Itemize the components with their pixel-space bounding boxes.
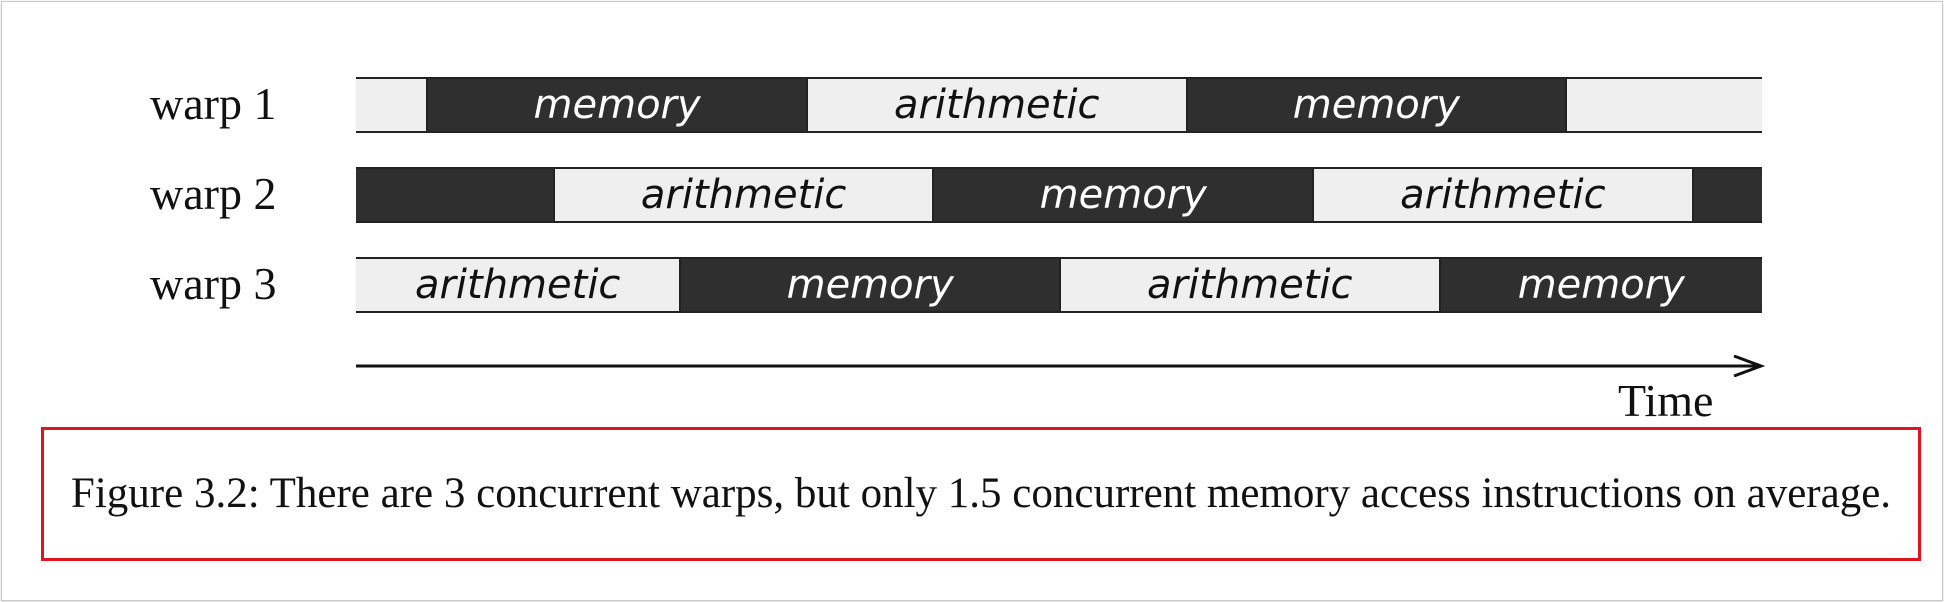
warp-2-arithmetic-segment: arithmetic bbox=[552, 169, 933, 221]
warp-1-memory-segment: memory bbox=[426, 79, 806, 131]
warp-2-memory-segment bbox=[1691, 169, 1762, 221]
warp-2-memory-segment: memory bbox=[932, 169, 1313, 221]
warp-1-idle-segment bbox=[356, 79, 427, 131]
warp-3-memory-segment: memory bbox=[1438, 259, 1762, 311]
warp-3-arithmetic-segment: arithmetic bbox=[1058, 259, 1439, 311]
warp-1-label: warp 1 bbox=[150, 78, 277, 129]
time-axis-label: Time bbox=[1618, 375, 1714, 426]
figure-caption: Figure 3.2: There are 3 concurrent warps… bbox=[41, 427, 1921, 561]
warp-3-label: warp 3 bbox=[150, 258, 277, 309]
warp-1-timeline: memory arithmetic memory bbox=[356, 77, 1762, 133]
warp-1-memory-segment: memory bbox=[1185, 79, 1566, 131]
warp-2-timeline: arithmetic memory arithmetic bbox=[356, 167, 1762, 223]
warp-2-arithmetic-segment: arithmetic bbox=[1312, 169, 1692, 221]
warp-2-memory-segment bbox=[356, 169, 553, 221]
caption-text: Figure 3.2: There are 3 concurrent warps… bbox=[70, 470, 1892, 517]
time-axis-arrow bbox=[356, 355, 1766, 377]
warp-1-arithmetic-segment: arithmetic bbox=[805, 79, 1186, 131]
warp-2-label: warp 2 bbox=[150, 168, 277, 219]
warp-1-idle-segment bbox=[1565, 79, 1762, 131]
warp-3-timeline: arithmetic memory arithmetic memory bbox=[356, 257, 1762, 313]
warp-3-memory-segment: memory bbox=[679, 259, 1059, 311]
warp-3-arithmetic-segment: arithmetic bbox=[356, 259, 680, 311]
